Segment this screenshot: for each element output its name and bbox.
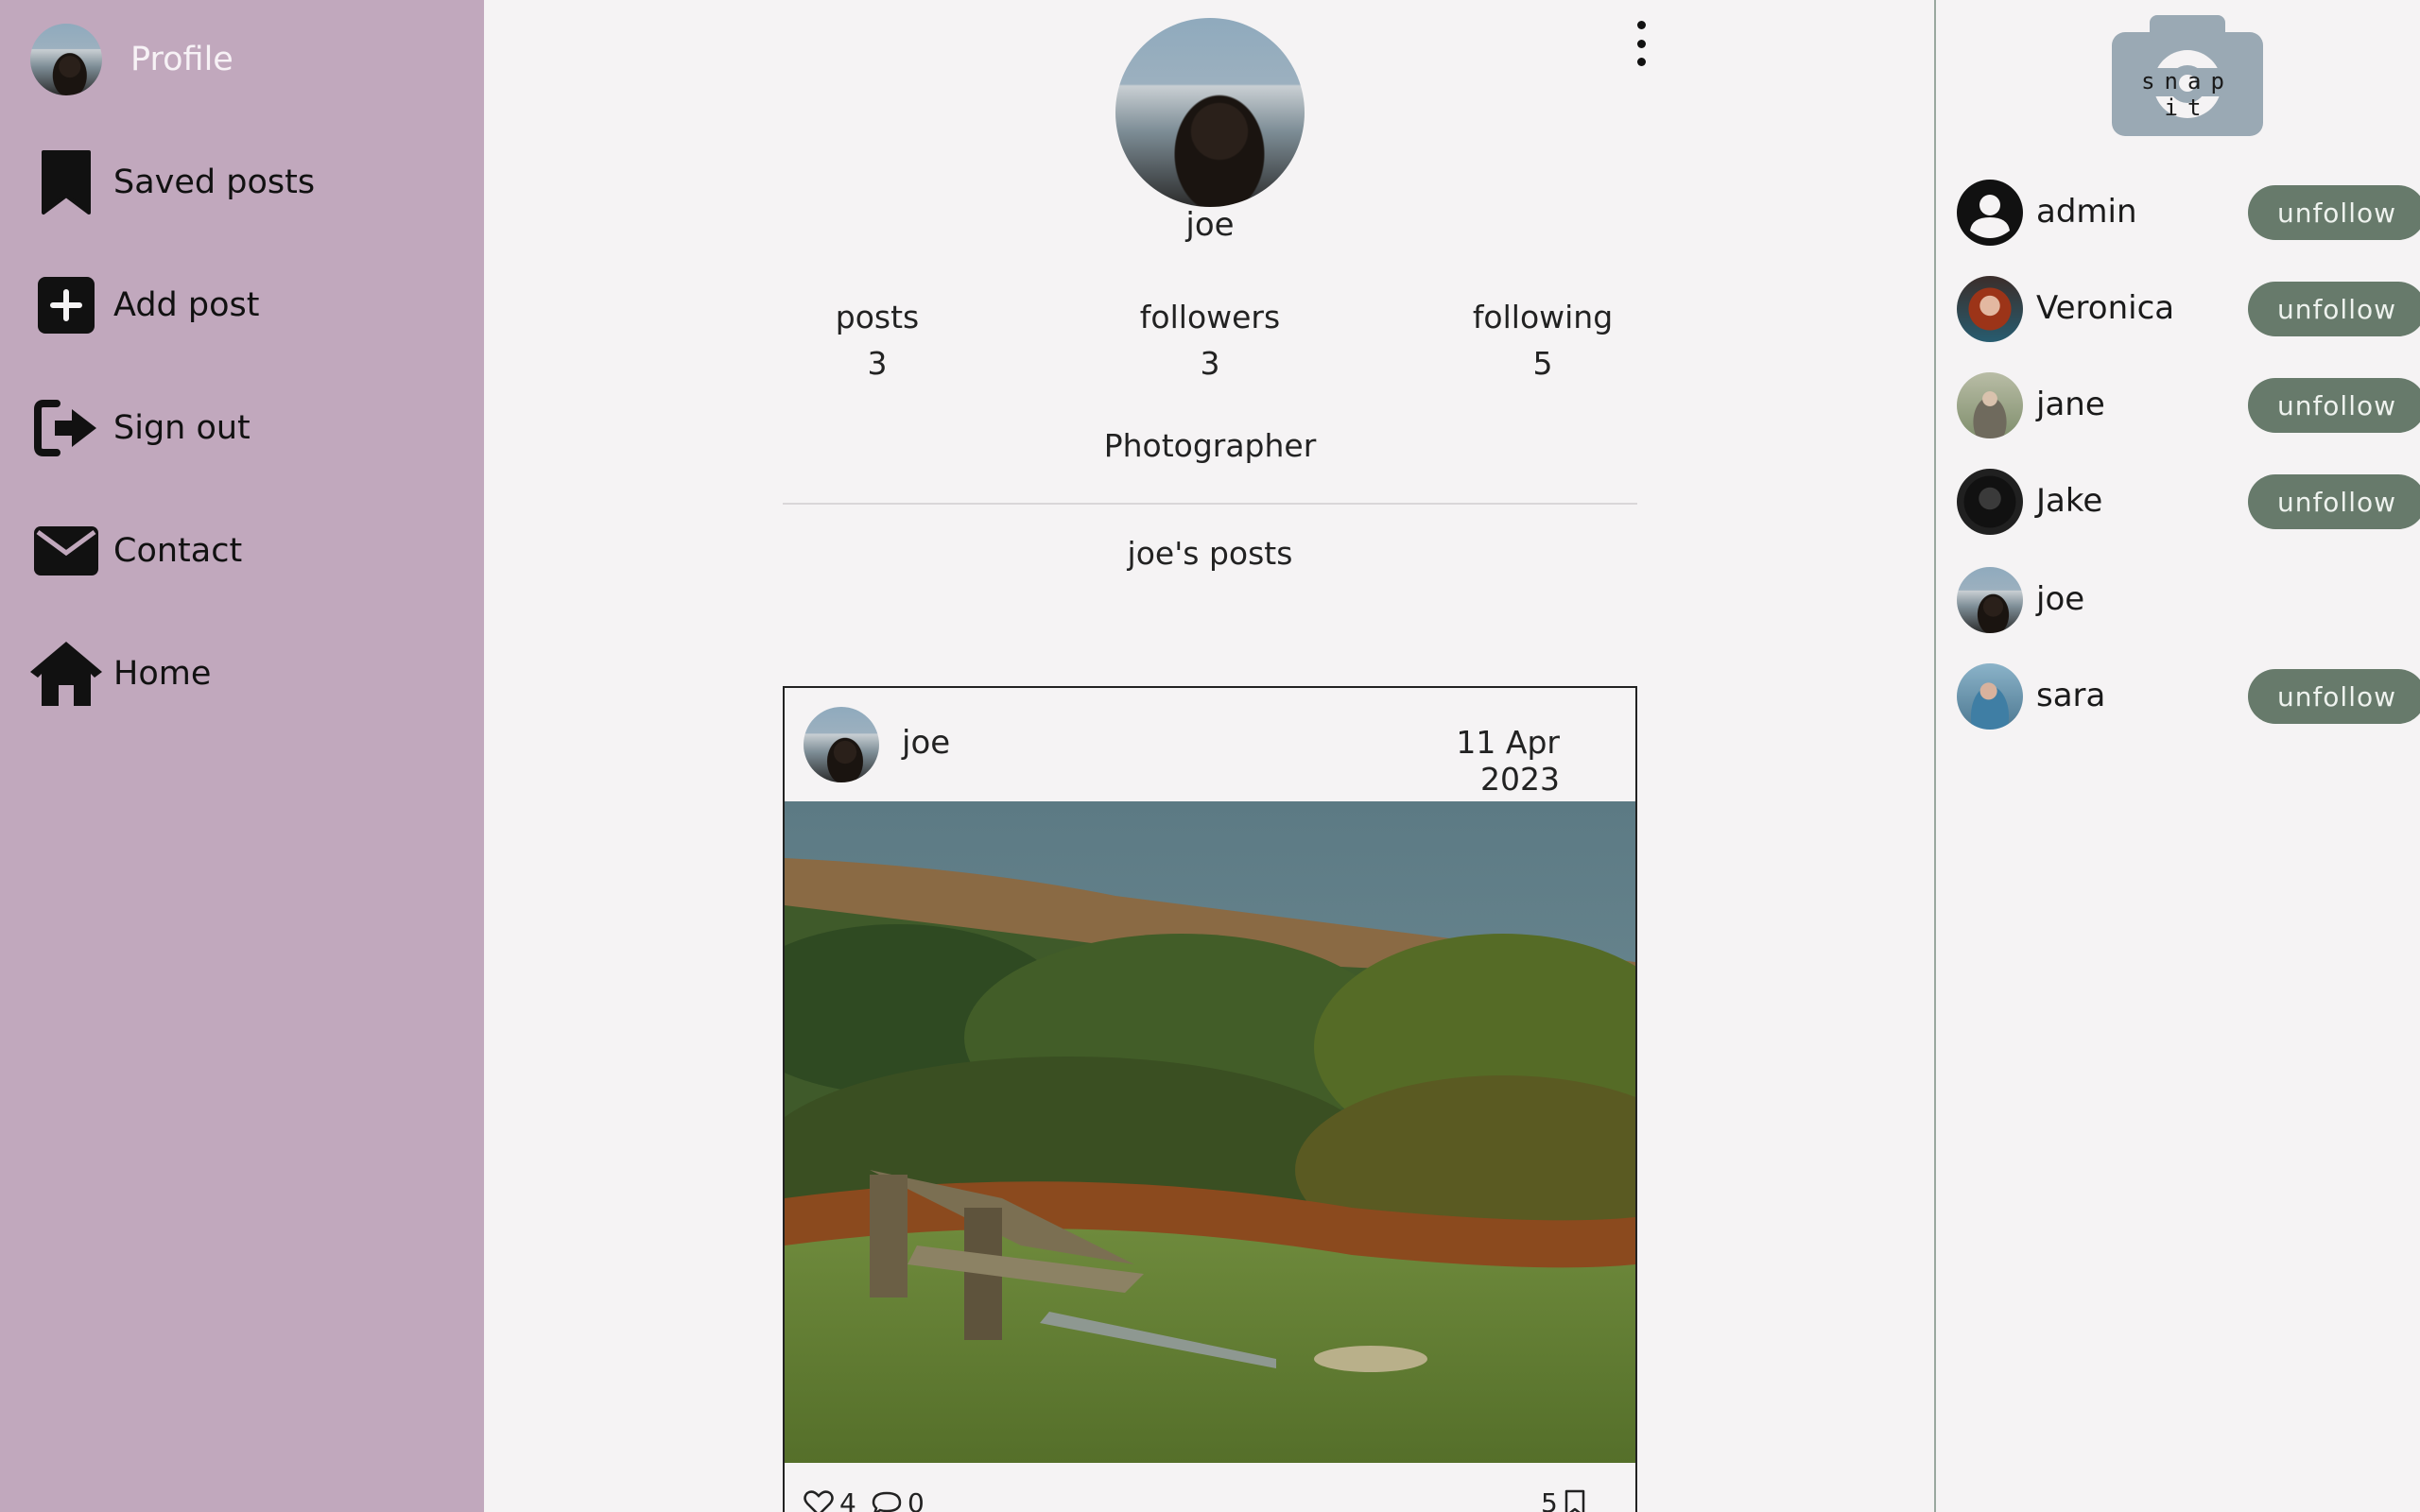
sidebar: Profile Saved posts Add post Sign out Co… <box>0 0 484 1512</box>
following-item: Veronica unfollow <box>1957 276 2420 344</box>
unfollow-button[interactable]: unfollow <box>2248 282 2420 336</box>
bookmark-icon <box>1564 1489 1585 1512</box>
stat-following-count: 5 <box>1532 345 1553 382</box>
following-item: jane unfollow <box>1957 372 2420 440</box>
right-panel-divider <box>1934 0 1936 1512</box>
sidebar-item-sign-out[interactable]: Sign out <box>0 376 484 480</box>
post-author-avatar[interactable] <box>804 707 879 782</box>
sidebar-item-home[interactable]: Home <box>0 622 484 726</box>
following-name[interactable]: joe <box>2036 580 2084 618</box>
unfollow-button[interactable]: unfollow <box>2248 669 2420 724</box>
sign-out-icon <box>28 390 104 466</box>
user-avatar-icon[interactable] <box>1957 180 2023 246</box>
stat-followers-count: 3 <box>1200 345 1220 382</box>
like-button[interactable]: 4 <box>804 1487 856 1512</box>
home-icon <box>28 636 104 712</box>
sidebar-item-label: Sign out <box>113 409 251 447</box>
sidebar-item-add-post[interactable]: Add post <box>0 253 484 357</box>
user-avatar[interactable] <box>1957 372 2023 438</box>
stat-followers-label: followers <box>1139 299 1281 335</box>
user-avatar[interactable] <box>1957 567 2023 633</box>
sidebar-item-label: Add post <box>113 286 260 324</box>
following-name[interactable]: Veronica <box>2036 289 2174 327</box>
logo-text: snap it <box>2141 68 2234 121</box>
following-name[interactable]: jane <box>2036 386 2105 423</box>
bookmark-icon <box>28 145 104 220</box>
user-avatar[interactable] <box>1957 276 2023 342</box>
unfollow-button[interactable]: unfollow <box>2248 378 2420 433</box>
sidebar-item-label: Contact <box>113 532 243 570</box>
comment-count: 0 <box>908 1487 925 1512</box>
profile-name: joe <box>1185 206 1235 244</box>
envelope-icon <box>28 513 104 589</box>
following-item: sara unfollow <box>1957 663 2420 731</box>
user-avatar[interactable] <box>1957 469 2023 535</box>
comment-icon <box>872 1491 902 1512</box>
post-author-name[interactable]: joe <box>902 724 950 762</box>
profile-bio: Photographer <box>1103 427 1317 464</box>
more-options-icon[interactable] <box>1631 21 1651 66</box>
sidebar-item-saved-posts[interactable]: Saved posts <box>0 130 484 234</box>
profile-avatar <box>1115 18 1305 207</box>
post-footer: 4 0 5 <box>785 1478 1635 1512</box>
sidebar-item-contact[interactable]: Contact <box>0 499 484 603</box>
unfollow-button[interactable]: unfollow <box>2248 474 2420 529</box>
save-button[interactable]: 5 <box>1541 1487 1586 1512</box>
stat-followers[interactable]: followers 3 <box>1087 299 1333 382</box>
following-item: admin unfollow <box>1957 180 2420 248</box>
following-name[interactable]: admin <box>2036 193 2137 231</box>
user-avatar[interactable] <box>1957 663 2023 730</box>
posts-heading: joe's posts <box>1127 535 1293 572</box>
stat-posts-count: 3 <box>867 345 888 382</box>
stat-following-label: following <box>1472 299 1614 335</box>
stat-posts-label: posts <box>835 299 920 335</box>
snap-it-logo[interactable]: snap it <box>2110 11 2265 139</box>
comment-button[interactable]: 0 <box>872 1487 925 1512</box>
unfollow-button[interactable]: unfollow <box>2248 185 2420 240</box>
post-image[interactable] <box>785 801 1635 1463</box>
sidebar-item-label: Saved posts <box>113 163 316 201</box>
plus-square-icon <box>28 267 104 343</box>
following-name[interactable]: Jake <box>2036 482 2102 520</box>
like-count: 4 <box>839 1487 856 1512</box>
post-date: 11 Apr 2023 <box>1456 724 1560 798</box>
post-card[interactable]: joe 11 Apr 2023 4 0 5 <box>783 686 1637 1512</box>
sidebar-item-label: Profile <box>130 41 233 78</box>
heart-icon <box>804 1489 834 1512</box>
following-item: joe <box>1957 567 2420 635</box>
save-count: 5 <box>1541 1487 1558 1512</box>
following-name[interactable]: sara <box>2036 677 2105 714</box>
following-item: Jake unfollow <box>1957 469 2420 537</box>
sidebar-item-label: Home <box>113 655 212 693</box>
sidebar-item-profile[interactable]: Profile <box>0 8 484 112</box>
stat-posts: posts 3 <box>754 299 1000 382</box>
divider <box>783 503 1637 505</box>
profile-avatar-icon <box>28 22 104 97</box>
stat-following[interactable]: following 5 <box>1420 299 1666 382</box>
